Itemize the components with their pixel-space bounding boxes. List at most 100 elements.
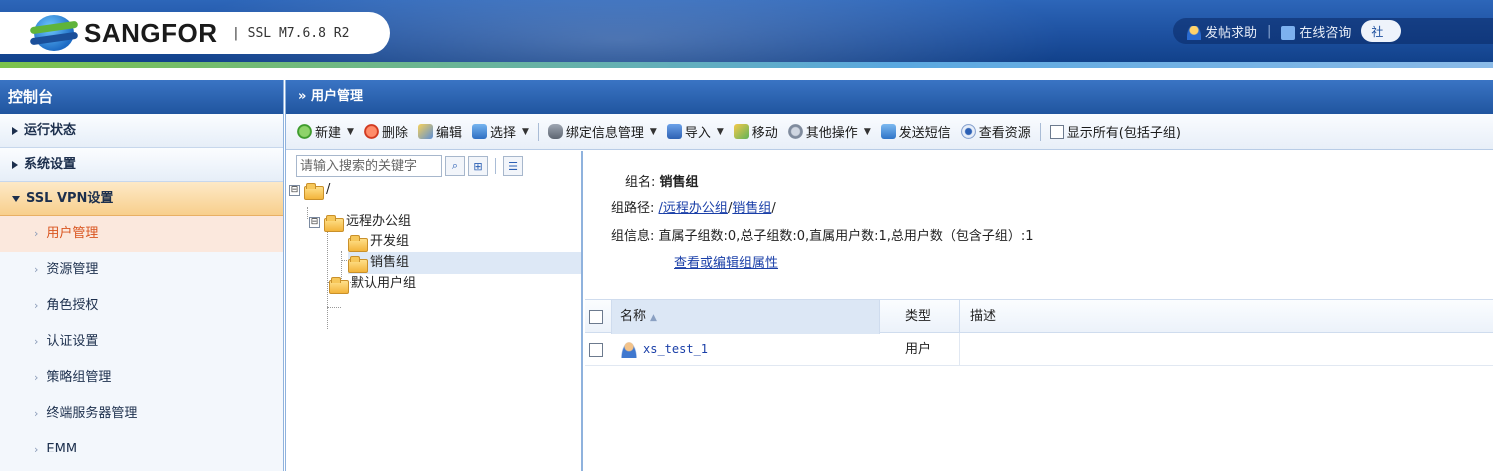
path-link-root[interactable]: /远程办公组 [659,201,728,216]
select-icon [471,124,487,139]
checkbox-icon[interactable] [1049,124,1064,139]
chevron-right-icon: › [34,299,39,312]
sort-asc-icon: ▲ [650,313,657,323]
eye-icon [960,124,976,139]
main-panel: » 用户管理 新建 ▼ 删除 编辑 选择 ▼ 绑定信息管理 ▼ 导入 ▼ 移动 其他操作… [285,80,1493,471]
other-ops-button[interactable]: 其他操作 ▼ [785,122,874,141]
header-pill-button[interactable]: 社 [1361,20,1402,42]
cell-type: 用户 [905,342,932,357]
import-icon [666,124,682,139]
search-icon: ⌕ [451,159,459,172]
group-detail-panel: 组名: 销售组 组路径: /远程办公组/销售组/ 组信息: 直属子组数:0,总子… [585,151,1493,471]
user-icon [621,341,637,358]
tree-view-button[interactable]: ⊞ [468,156,488,176]
column-header-description[interactable]: 描述 [959,300,996,334]
logo-area: SANGFOR | SSL M7.6.8 R2 [0,12,390,54]
chevron-right-icon: › [34,263,39,276]
delete-icon [363,124,379,139]
edit-button[interactable]: 编辑 [415,122,465,141]
chat-icon [1281,26,1296,40]
header-accent-strip [0,62,1493,68]
select-button[interactable]: 选择 ▼ [469,122,532,141]
sidebar-item-auth-settings[interactable]: › 认证设置 [0,324,283,360]
content-split: ⌕ ⊞ ☰ ⊟ / ⊟ 远程办公组 [286,151,1493,471]
sidebar-item-policy-group[interactable]: › 策略组管理 [0,360,283,396]
product-version: | SSL M7.6.8 R2 [232,26,350,41]
column-header-type[interactable]: 类型 [905,300,931,334]
sidebar-item-emm[interactable]: › EMM [0,432,283,452]
gear-icon [787,124,803,139]
search-button[interactable]: ⌕ [445,156,465,176]
delete-button[interactable]: 删除 [361,122,411,141]
sidebar-item-run-status[interactable]: 运行状态 [0,114,283,148]
sidebar-item-resource-management[interactable]: › 资源管理 [0,252,283,288]
sidebar-item-terminal-server[interactable]: › 终端服务器管理 [0,396,283,432]
consult-link[interactable]: 在线咨询 [1281,22,1351,41]
folder-icon [304,182,324,200]
group-info-value: 直属子组数:0,总子组数:0,直属用户数:1,总用户数（包含子组）:1 [658,229,1034,244]
row-checkbox[interactable] [589,343,603,357]
sidebar-item-system-settings[interactable]: 系统设置 [0,148,283,182]
column-header-name[interactable]: 名称 ▲ [611,300,880,334]
brand-name: SANGFOR [84,18,218,48]
toolbar-divider [537,122,539,141]
add-icon [297,124,312,139]
tree-node-root[interactable]: ⊟ / [289,179,330,201]
tree-view-icon: ⊞ [473,159,483,173]
import-button[interactable]: 导入 ▼ [664,122,727,141]
dropdown-arrow-icon: ▼ [716,126,724,137]
tree-node-remote-office[interactable]: ⊟ 远程办公组 [309,211,411,233]
group-name-value: 销售组 [659,175,699,190]
table-header: 名称 ▲ 类型 描述 [585,299,1493,334]
dropdown-arrow-icon: ▼ [649,126,657,137]
move-button[interactable]: 移动 [731,122,781,141]
chevron-right-icon: › [34,335,39,348]
chevron-right-icon: › [34,407,39,420]
show-all-checkbox[interactable]: 显示所有(包括子组) [1047,122,1184,141]
cell-name[interactable]: xs_test_1 [621,333,708,366]
header-divider: | [1267,23,1272,39]
chevron-right-icon: › [34,443,39,452]
help-link[interactable]: 发帖求助 [1187,22,1257,41]
folder-icon [324,214,344,232]
view-resources-button[interactable]: 查看资源 [958,122,1034,141]
header-links: 发帖求助 | 在线咨询 社 [1173,18,1493,44]
table-row[interactable]: xs_test_1 用户 [585,333,1493,366]
folder-icon [348,255,368,273]
group-tree-panel: ⌕ ⊞ ☰ ⊟ / ⊟ 远程办公组 [286,151,583,471]
dropdown-arrow-icon: ▼ [863,126,871,137]
sms-icon [880,124,896,139]
edit-group-properties-link[interactable]: 查看或编辑组属性 [674,256,778,271]
sidebar-item-ssl-vpn-settings[interactable]: SSL VPN设置 [0,182,283,216]
sidebar-title: 控制台 [0,80,283,114]
tree-node-sales[interactable]: 销售组 [348,252,581,274]
bind-info-icon [547,124,563,139]
edit-icon [417,124,433,139]
select-all-checkbox[interactable] [589,310,603,324]
collapse-node-icon[interactable]: ⊟ [309,216,320,228]
chevron-right-icon: › [34,227,39,240]
search-divider [495,158,496,174]
dropdown-arrow-icon: ▼ [521,126,529,137]
expand-arrow-icon [12,126,18,135]
sidebar-item-user-management[interactable]: › 用户管理 [0,216,283,252]
toolbar: 新建 ▼ 删除 编辑 选择 ▼ 绑定信息管理 ▼ 导入 ▼ 移动 其他操作 ▼ 发送短信 … [286,114,1493,150]
group-info-row: 组信息: 直属子组数:0,总子组数:0,直属用户数:1,总用户数（包含子组）:1 [611,229,1034,244]
tree-node-dev[interactable]: 开发组 [348,231,409,253]
move-icon [733,124,749,139]
sangfor-logo-icon [29,15,79,51]
group-name-row: 组名: 销售组 [625,175,699,190]
panel-title: » 用户管理 [286,80,1493,114]
search-input[interactable] [296,155,442,177]
sidebar-item-role-authorization[interactable]: › 角色授权 [0,288,283,324]
folder-icon [329,276,349,294]
path-link-sales[interactable]: 销售组 [732,201,771,216]
list-view-button[interactable]: ☰ [503,156,523,176]
tree-node-default-users[interactable]: 默认用户组 [329,273,416,295]
collapse-arrow-icon [12,195,20,202]
tree-search-row: ⌕ ⊞ ☰ [286,151,581,181]
collapse-node-icon[interactable]: ⊟ [289,184,300,196]
bind-info-button[interactable]: 绑定信息管理 ▼ [545,122,660,141]
send-sms-button[interactable]: 发送短信 [878,122,954,141]
new-button[interactable]: 新建 ▼ [294,122,357,141]
